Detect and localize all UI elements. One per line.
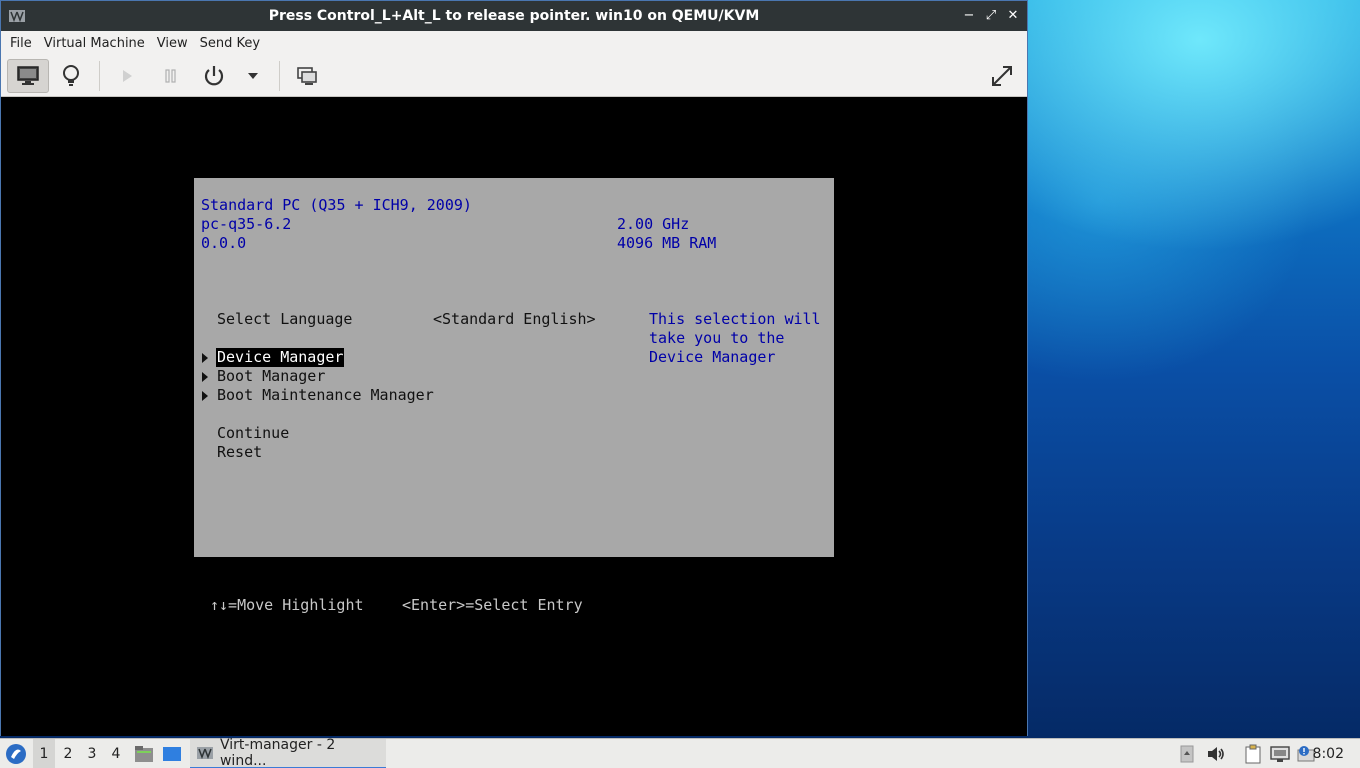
submenu-arrow-icon (202, 353, 208, 363)
lightbulb-icon (63, 65, 79, 86)
menu-view[interactable]: View (152, 36, 193, 51)
console-button[interactable] (7, 59, 49, 93)
menu-bar: File Virtual Machine View Send Key (1, 31, 1027, 55)
console-icon (17, 66, 39, 85)
file-manager-launcher[interactable] (132, 739, 156, 768)
close-button[interactable]: ✕ (1005, 7, 1021, 25)
lxqt-logo-icon (6, 744, 26, 764)
minimize-button[interactable]: − (961, 7, 977, 25)
dropdown-icon (248, 73, 258, 79)
workspace-3[interactable]: 3 (81, 739, 103, 768)
pause-button[interactable] (155, 59, 187, 93)
help-text-line-1: This selection will (649, 310, 821, 328)
ram-size: 4096 MB RAM (617, 234, 717, 252)
up-arrow-icon (1180, 745, 1194, 763)
details-button[interactable] (53, 59, 89, 93)
clipboard-button[interactable] (1242, 739, 1264, 768)
menu-file[interactable]: File (5, 36, 37, 51)
window-title: Press Control_L+Alt_L to release pointer… (268, 8, 760, 24)
footer-select-entry: <Enter>=Select Entry (402, 596, 583, 614)
workspace-4[interactable]: 4 (105, 739, 127, 768)
network-icon (1270, 746, 1290, 762)
tray-expand-button[interactable] (1178, 739, 1196, 768)
clipboard-icon (1245, 744, 1261, 764)
menu-device-manager[interactable]: Device Manager (216, 348, 345, 367)
task-label: Virt-manager - 2 wind... (219, 737, 336, 768)
volume-button[interactable] (1204, 739, 1228, 768)
show-desktop-launcher[interactable] (160, 739, 184, 768)
workspace-2[interactable]: 2 (57, 739, 79, 768)
machine-name: Standard PC (Q35 + ICH9, 2009) (201, 196, 472, 214)
reset-option[interactable]: Reset (217, 443, 262, 462)
submenu-arrow-icon (202, 372, 208, 382)
language-selector[interactable]: <Standard English> (433, 310, 596, 329)
power-icon (204, 66, 224, 86)
firmware-version: 0.0.0 (201, 234, 247, 252)
network-button[interactable] (1268, 739, 1292, 768)
title-bar[interactable]: Press Control_L+Alt_L to release pointer… (1, 1, 1027, 31)
taskbar: 1 2 3 4 Virt-manager - 2 wind... 8:02 (0, 737, 1360, 768)
power-menu-button[interactable] (239, 59, 267, 93)
help-text-line-2: take you to the (649, 329, 785, 347)
file-manager-icon (135, 746, 153, 762)
power-button[interactable] (197, 59, 231, 93)
volume-icon (1208, 747, 1224, 761)
virt-manager-icon (9, 10, 25, 22)
snapshot-button[interactable] (291, 59, 323, 93)
machine-model: pc-q35-6.2 (201, 215, 292, 233)
cpu-speed: 2.00 GHz (617, 215, 690, 233)
run-button[interactable] (111, 59, 143, 93)
help-text-line-3: Device Manager (649, 348, 776, 366)
menu-boot-manager[interactable]: Boot Manager (217, 367, 325, 386)
virt-manager-icon (196, 747, 213, 759)
snapshot-icon (297, 67, 317, 85)
bios-setup-panel: Standard PC (Q35 + ICH9, 2009) pc-q35-6.… (194, 178, 834, 557)
fullscreen-icon (992, 66, 1012, 86)
menu-boot-maintenance-manager[interactable]: Boot Maintenance Manager (217, 386, 434, 405)
submenu-arrow-icon (202, 391, 208, 401)
clock[interactable]: 8:02 (1313, 739, 1344, 768)
pause-icon (165, 69, 176, 83)
workspace-1[interactable]: 1 (33, 739, 55, 768)
run-icon (123, 70, 132, 82)
continue-option[interactable]: Continue (217, 424, 289, 443)
menu-virtual-machine[interactable]: Virtual Machine (39, 36, 150, 51)
footer-move-highlight: ↑↓=Move Highlight (210, 596, 364, 614)
select-language-label: Select Language (217, 310, 353, 328)
menu-send-key[interactable]: Send Key (195, 36, 265, 51)
task-virt-manager[interactable]: Virt-manager - 2 wind... (190, 737, 386, 768)
maximize-button[interactable]: ⤢ (983, 7, 999, 25)
toolbar (1, 55, 1027, 97)
fullscreen-button[interactable] (983, 59, 1021, 93)
desktop-icon (163, 747, 181, 761)
start-menu-button[interactable] (2, 739, 30, 768)
